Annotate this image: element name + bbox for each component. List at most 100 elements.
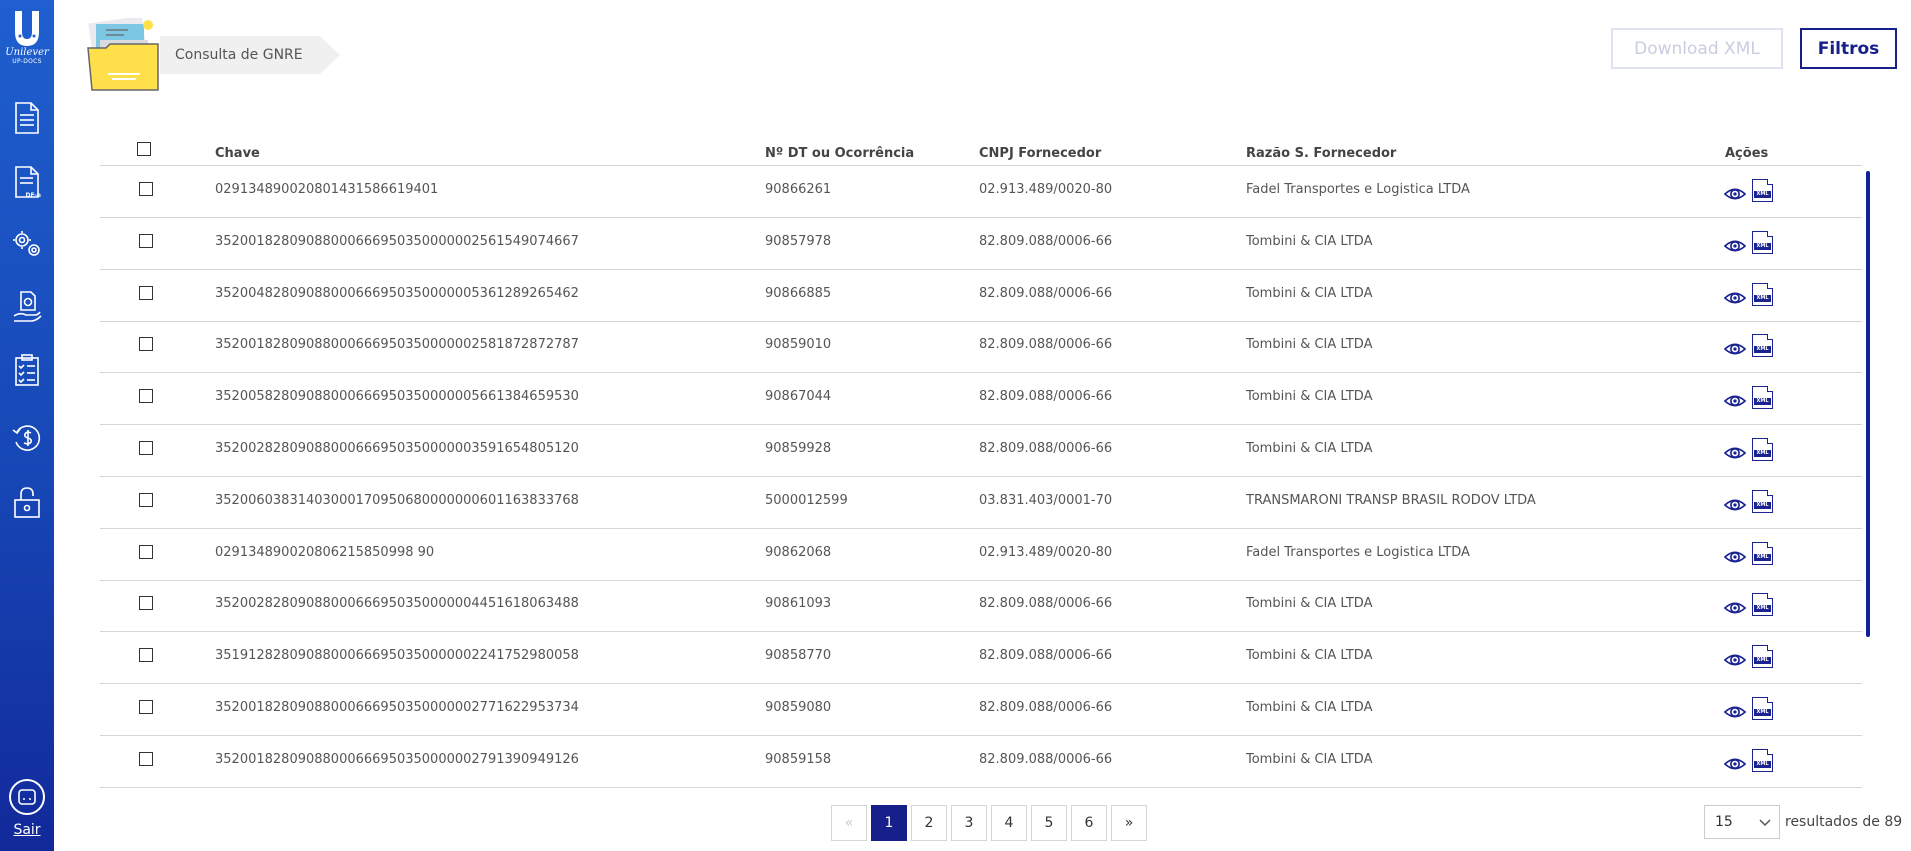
view-eye-icon[interactable] [1724,546,1746,568]
view-eye-icon[interactable] [1724,390,1746,412]
table-row[interactable]: 3520048280908800066695035000000536128926… [100,270,1862,322]
page-button-1[interactable]: 1 [871,805,907,841]
next-page-button[interactable]: » [1111,805,1147,841]
xml-file-icon[interactable]: XML [1752,697,1773,720]
view-eye-icon[interactable] [1724,701,1746,723]
unilever-logo: Unilever UP-DOCS [2,8,52,70]
view-eye-icon[interactable] [1724,287,1746,309]
xml-file-icon[interactable]: XML [1752,748,1773,772]
cell-cnpj: 82.809.088/0006-66 [979,389,1113,405]
view-eye-icon[interactable] [1724,597,1746,619]
xml-file-icon[interactable]: XML [1752,386,1773,410]
view-eye-icon[interactable] [1724,753,1746,775]
row-checkbox[interactable] [139,648,153,663]
view-eye-icon[interactable] [1724,338,1746,360]
xml-file-icon[interactable]: XML [1752,334,1773,358]
cell-dt: 90859158 [765,751,832,767]
sidebar-item-payments[interactable] [9,286,45,326]
row-checkbox[interactable] [139,596,153,611]
settings-gears-icon [13,231,40,256]
cell-razao: Tombini & CIA LTDA [1246,648,1373,664]
cell-dt: 90867044 [765,389,832,405]
scrollbar[interactable] [1866,171,1870,637]
column-header-razao[interactable]: Razão S. Fornecedor [1246,146,1396,161]
view-eye-icon[interactable] [1724,235,1746,257]
cell-cnpj: 82.809.088/0006-66 [979,596,1113,612]
cell-razao: Tombini & CIA LTDA [1246,596,1373,612]
select-all-checkbox[interactable] [137,142,151,156]
xml-file-icon[interactable]: XML [1752,541,1773,565]
column-header-cnpj[interactable]: CNPJ Fornecedor [979,146,1101,161]
cell-cnpj: 82.809.088/0006-66 [979,337,1113,353]
table-row[interactable]: 3520018280908800066695035000000258187287… [100,321,1862,374]
xml-file-icon[interactable]: XML [1752,645,1773,669]
row-checkbox[interactable] [139,492,153,507]
sidebar-item-settings[interactable] [9,224,45,264]
cell-chave: 3520028280908800066695035000000359165480… [215,441,579,456]
row-checkbox[interactable] [139,751,153,766]
table-row[interactable]: 3519128280908800066695035000000224175298… [100,632,1862,685]
table-row[interactable]: 3520018280908800066695035000000256154907… [100,218,1862,270]
cell-dt: 90866885 [765,285,832,301]
page-button-5[interactable]: 5 [1031,805,1067,841]
table-row[interactable]: 3520058280908800066695035000000566138465… [100,373,1862,426]
column-header-dt[interactable]: Nº DT ou Ocorrência [765,146,914,161]
sidebar-item-documents[interactable] [9,98,45,138]
page-button-3[interactable]: 3 [951,805,987,841]
table-row[interactable]: 029134890020806215850998 90 90862068 02.91… [100,529,1862,581]
row-checkbox[interactable] [139,285,153,300]
cell-cnpj: 82.809.088/0006-66 [979,648,1113,664]
xml-file-icon[interactable]: XML [1752,593,1773,617]
row-checkbox[interactable] [139,233,153,248]
row-checkbox[interactable] [139,182,153,196]
column-header-chave[interactable]: Chave [215,146,260,161]
cell-chave: 3520060383140300017095068000000060116383… [215,492,579,508]
xml-label: XML [1754,553,1771,561]
table-row[interactable]: 029134890020801431586619401 90866261 02.91… [100,166,1862,218]
user-icon [18,789,36,805]
view-eye-icon[interactable] [1724,649,1746,671]
xml-file-icon[interactable]: XML [1752,282,1773,306]
sidebar-item-refund[interactable] [9,418,45,458]
table-row[interactable]: 3520028280908800066695035000000359165480… [100,425,1862,477]
table-row[interactable]: 3520028280908800066695035000000445161806… [100,580,1862,633]
chevron-down-icon [1759,819,1771,827]
page-size-select[interactable]: 15 [1704,805,1780,839]
row-checkbox[interactable] [139,337,153,352]
cell-chave: 3520018280908800066695035000000256154907… [215,233,579,249]
xml-label: XML [1754,501,1771,509]
xml-file-icon[interactable]: XML [1752,438,1773,461]
row-checkbox[interactable] [139,389,153,404]
unilever-u-icon [15,11,39,46]
cell-chave: 3520028280908800066695035000000445161806… [215,596,579,612]
prev-page-button[interactable]: « [831,805,867,841]
page-button-6[interactable]: 6 [1071,805,1107,841]
logout-link[interactable]: Sair [0,822,54,838]
avatar[interactable] [9,779,45,815]
cell-chave: 3520018280908800066695035000000279139094… [215,751,579,767]
row-checkbox[interactable] [139,441,153,455]
row-checkbox[interactable] [139,544,153,559]
sidebar-item-security[interactable] [9,482,45,522]
xml-file-icon[interactable]: XML [1752,230,1773,254]
page-title: Consulta de GNRE [175,47,303,63]
table-row[interactable]: 3520060383140300017095068000000060116383… [100,477,1862,529]
filters-button[interactable]: Filtros [1800,28,1897,69]
page-button-2[interactable]: 2 [911,805,947,841]
download-xml-button[interactable]: Download XML [1611,28,1783,69]
xml-file-icon[interactable]: XML [1752,489,1773,513]
view-eye-icon[interactable] [1724,183,1746,205]
view-eye-icon[interactable] [1724,494,1746,516]
cell-chave: 3520048280908800066695035000000536128926… [215,285,579,301]
xml-file-icon[interactable]: XML [1752,179,1773,202]
cell-dt: 90866261 [765,182,832,197]
page-button-4[interactable]: 4 [991,805,1027,841]
table-row[interactable]: 3520018280908800066695035000000279139094… [100,736,1862,788]
table-row[interactable]: 3520018280908800066695035000000277162295… [100,684,1862,736]
row-checkbox[interactable] [139,700,153,714]
sidebar-item-dfe[interactable]: DF-e [9,162,45,202]
cell-razao: Fadel Transportes e Logistica LTDA [1246,182,1470,197]
cell-cnpj: 82.809.088/0006-66 [979,751,1113,767]
sidebar-item-checklist[interactable] [9,350,45,390]
view-eye-icon[interactable] [1724,442,1746,464]
